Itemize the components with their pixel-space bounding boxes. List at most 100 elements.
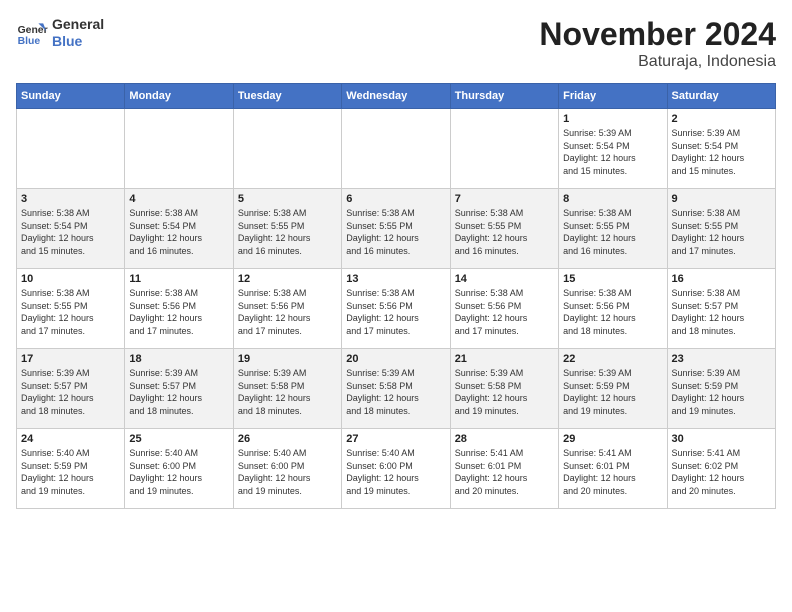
day-info: Sunrise: 5:38 AM Sunset: 5:56 PM Dayligh… bbox=[238, 287, 337, 337]
day-number: 17 bbox=[21, 353, 120, 365]
weekday-header: Wednesday bbox=[342, 84, 450, 109]
day-info: Sunrise: 5:40 AM Sunset: 6:00 PM Dayligh… bbox=[238, 447, 337, 497]
calendar-cell bbox=[233, 109, 341, 189]
calendar-cell bbox=[342, 109, 450, 189]
day-info: Sunrise: 5:39 AM Sunset: 5:58 PM Dayligh… bbox=[346, 367, 445, 417]
day-number: 9 bbox=[672, 193, 771, 205]
calendar-cell: 25Sunrise: 5:40 AM Sunset: 6:00 PM Dayli… bbox=[125, 429, 233, 509]
day-number: 20 bbox=[346, 353, 445, 365]
calendar-cell bbox=[17, 109, 125, 189]
calendar-cell: 15 Sunrise: 5:38 AM Sunset: 5:56 PM Dayli… bbox=[559, 269, 667, 349]
day-info: Sunrise: 5:39 AM Sunset: 5:59 PM Dayligh… bbox=[563, 367, 662, 417]
day-info: Sunrise: 5:39 AM Sunset: 5:57 PM Dayligh… bbox=[129, 367, 228, 417]
weekday-header: Tuesday bbox=[233, 84, 341, 109]
day-number: 1 bbox=[563, 113, 662, 125]
title-block: November 2024 Baturaja, Indonesia bbox=[539, 16, 776, 71]
day-number: 12 bbox=[238, 273, 337, 285]
calendar-cell: 14 Sunrise: 5:38 AM Sunset: 5:56 PM Dayli… bbox=[450, 269, 558, 349]
calendar-cell: 7 Sunrise: 5:38 AM Sunset: 5:55 PM Daylig… bbox=[450, 189, 558, 269]
calendar-cell bbox=[125, 109, 233, 189]
day-info: Sunrise: 5:39 AM Sunset: 5:58 PM Dayligh… bbox=[238, 367, 337, 417]
weekday-header: Thursday bbox=[450, 84, 558, 109]
day-number: 3 bbox=[21, 193, 120, 205]
day-number: 4 bbox=[129, 193, 228, 205]
day-number: 7 bbox=[455, 193, 554, 205]
calendar-cell: 2 Sunrise: 5:39 AM Sunset: 5:54 PM Daylig… bbox=[667, 109, 775, 189]
calendar-week-row: 1 Sunrise: 5:39 AM Sunset: 5:54 PM Daylig… bbox=[17, 109, 776, 189]
calendar-cell: 18 Sunrise: 5:39 AM Sunset: 5:57 PM Dayli… bbox=[125, 349, 233, 429]
calendar-cell: 8 Sunrise: 5:38 AM Sunset: 5:55 PM Daylig… bbox=[559, 189, 667, 269]
day-info: Sunrise: 5:38 AM Sunset: 5:56 PM Dayligh… bbox=[455, 287, 554, 337]
day-info: Sunrise: 5:38 AM Sunset: 5:56 PM Dayligh… bbox=[563, 287, 662, 337]
weekday-header: Friday bbox=[559, 84, 667, 109]
day-info: Sunrise: 5:38 AM Sunset: 5:55 PM Dayligh… bbox=[346, 207, 445, 257]
calendar-cell: 17 Sunrise: 5:39 AM Sunset: 5:57 PM Dayli… bbox=[17, 349, 125, 429]
day-info: Sunrise: 5:41 AM Sunset: 6:02 PM Dayligh… bbox=[672, 447, 771, 497]
day-info: Sunrise: 5:40 AM Sunset: 5:59 PM Dayligh… bbox=[21, 447, 120, 497]
day-number: 26 bbox=[238, 433, 337, 445]
day-number: 2 bbox=[672, 113, 771, 125]
day-info: Sunrise: 5:40 AM Sunset: 6:00 PM Dayligh… bbox=[129, 447, 228, 497]
day-info: Sunrise: 5:39 AM Sunset: 5:54 PM Dayligh… bbox=[563, 127, 662, 177]
day-number: 13 bbox=[346, 273, 445, 285]
day-number: 24 bbox=[21, 433, 120, 445]
calendar-cell: 28Sunrise: 5:41 AM Sunset: 6:01 PM Dayli… bbox=[450, 429, 558, 509]
calendar-week-row: 10Sunrise: 5:38 AM Sunset: 5:55 PM Dayli… bbox=[17, 269, 776, 349]
day-number: 18 bbox=[129, 353, 228, 365]
calendar-cell: 21Sunrise: 5:39 AM Sunset: 5:58 PM Dayli… bbox=[450, 349, 558, 429]
calendar-cell: 10Sunrise: 5:38 AM Sunset: 5:55 PM Dayli… bbox=[17, 269, 125, 349]
calendar-week-row: 24 Sunrise: 5:40 AM Sunset: 5:59 PM Dayli… bbox=[17, 429, 776, 509]
calendar-cell: 27 Sunrise: 5:40 AM Sunset: 6:00 PM Dayli… bbox=[342, 429, 450, 509]
calendar-cell: 23Sunrise: 5:39 AM Sunset: 5:59 PM Dayli… bbox=[667, 349, 775, 429]
calendar-cell: 6 Sunrise: 5:38 AM Sunset: 5:55 PM Daylig… bbox=[342, 189, 450, 269]
calendar-cell: 26 Sunrise: 5:40 AM Sunset: 6:00 PM Dayli… bbox=[233, 429, 341, 509]
day-info: Sunrise: 5:38 AM Sunset: 5:56 PM Dayligh… bbox=[346, 287, 445, 337]
day-info: Sunrise: 5:39 AM Sunset: 5:59 PM Dayligh… bbox=[672, 367, 771, 417]
calendar-cell: 13 Sunrise: 5:38 AM Sunset: 5:56 PM Dayli… bbox=[342, 269, 450, 349]
day-number: 15 bbox=[563, 273, 662, 285]
calendar-cell bbox=[450, 109, 558, 189]
day-number: 29 bbox=[563, 433, 662, 445]
day-info: Sunrise: 5:38 AM Sunset: 5:55 PM Dayligh… bbox=[455, 207, 554, 257]
day-number: 5 bbox=[238, 193, 337, 205]
page-subtitle: Baturaja, Indonesia bbox=[539, 53, 776, 71]
day-info: Sunrise: 5:38 AM Sunset: 5:55 PM Dayligh… bbox=[563, 207, 662, 257]
day-number: 22 bbox=[563, 353, 662, 365]
day-number: 27 bbox=[346, 433, 445, 445]
weekday-header: Monday bbox=[125, 84, 233, 109]
day-number: 19 bbox=[238, 353, 337, 365]
calendar-cell: 22 Sunrise: 5:39 AM Sunset: 5:59 PM Dayli… bbox=[559, 349, 667, 429]
day-info: Sunrise: 5:38 AM Sunset: 5:55 PM Dayligh… bbox=[672, 207, 771, 257]
logo-icon: General Blue bbox=[16, 17, 48, 49]
logo: General Blue General Blue bbox=[16, 16, 104, 50]
day-number: 8 bbox=[563, 193, 662, 205]
logo-text: General Blue bbox=[52, 16, 104, 50]
svg-text:Blue: Blue bbox=[18, 36, 41, 47]
calendar-cell: 12 Sunrise: 5:38 AM Sunset: 5:56 PM Dayli… bbox=[233, 269, 341, 349]
day-info: Sunrise: 5:38 AM Sunset: 5:55 PM Dayligh… bbox=[238, 207, 337, 257]
calendar-cell: 30 Sunrise: 5:41 AM Sunset: 6:02 PM Dayli… bbox=[667, 429, 775, 509]
day-info: Sunrise: 5:38 AM Sunset: 5:55 PM Dayligh… bbox=[21, 287, 120, 337]
calendar-cell: 24 Sunrise: 5:40 AM Sunset: 5:59 PM Dayli… bbox=[17, 429, 125, 509]
day-info: Sunrise: 5:38 AM Sunset: 5:54 PM Dayligh… bbox=[129, 207, 228, 257]
day-number: 16 bbox=[672, 273, 771, 285]
day-info: Sunrise: 5:39 AM Sunset: 5:58 PM Dayligh… bbox=[455, 367, 554, 417]
day-number: 11 bbox=[129, 273, 228, 285]
day-number: 6 bbox=[346, 193, 445, 205]
day-info: Sunrise: 5:38 AM Sunset: 5:56 PM Dayligh… bbox=[129, 287, 228, 337]
day-info: Sunrise: 5:39 AM Sunset: 5:54 PM Dayligh… bbox=[672, 127, 771, 177]
day-info: Sunrise: 5:39 AM Sunset: 5:57 PM Dayligh… bbox=[21, 367, 120, 417]
day-number: 14 bbox=[455, 273, 554, 285]
day-info: Sunrise: 5:41 AM Sunset: 6:01 PM Dayligh… bbox=[563, 447, 662, 497]
calendar-cell: 29 Sunrise: 5:41 AM Sunset: 6:01 PM Dayli… bbox=[559, 429, 667, 509]
day-info: Sunrise: 5:40 AM Sunset: 6:00 PM Dayligh… bbox=[346, 447, 445, 497]
calendar-cell: 16Sunrise: 5:38 AM Sunset: 5:57 PM Dayli… bbox=[667, 269, 775, 349]
calendar-cell: 9 Sunrise: 5:38 AM Sunset: 5:55 PM Daylig… bbox=[667, 189, 775, 269]
weekday-header: Saturday bbox=[667, 84, 775, 109]
calendar-cell: 4 Sunrise: 5:38 AM Sunset: 5:54 PM Daylig… bbox=[125, 189, 233, 269]
calendar-cell: 5 Sunrise: 5:38 AM Sunset: 5:55 PM Daylig… bbox=[233, 189, 341, 269]
day-number: 28 bbox=[455, 433, 554, 445]
calendar-table: SundayMondayTuesdayWednesdayThursdayFrid… bbox=[16, 83, 776, 509]
day-number: 30 bbox=[672, 433, 771, 445]
day-info: Sunrise: 5:38 AM Sunset: 5:54 PM Dayligh… bbox=[21, 207, 120, 257]
